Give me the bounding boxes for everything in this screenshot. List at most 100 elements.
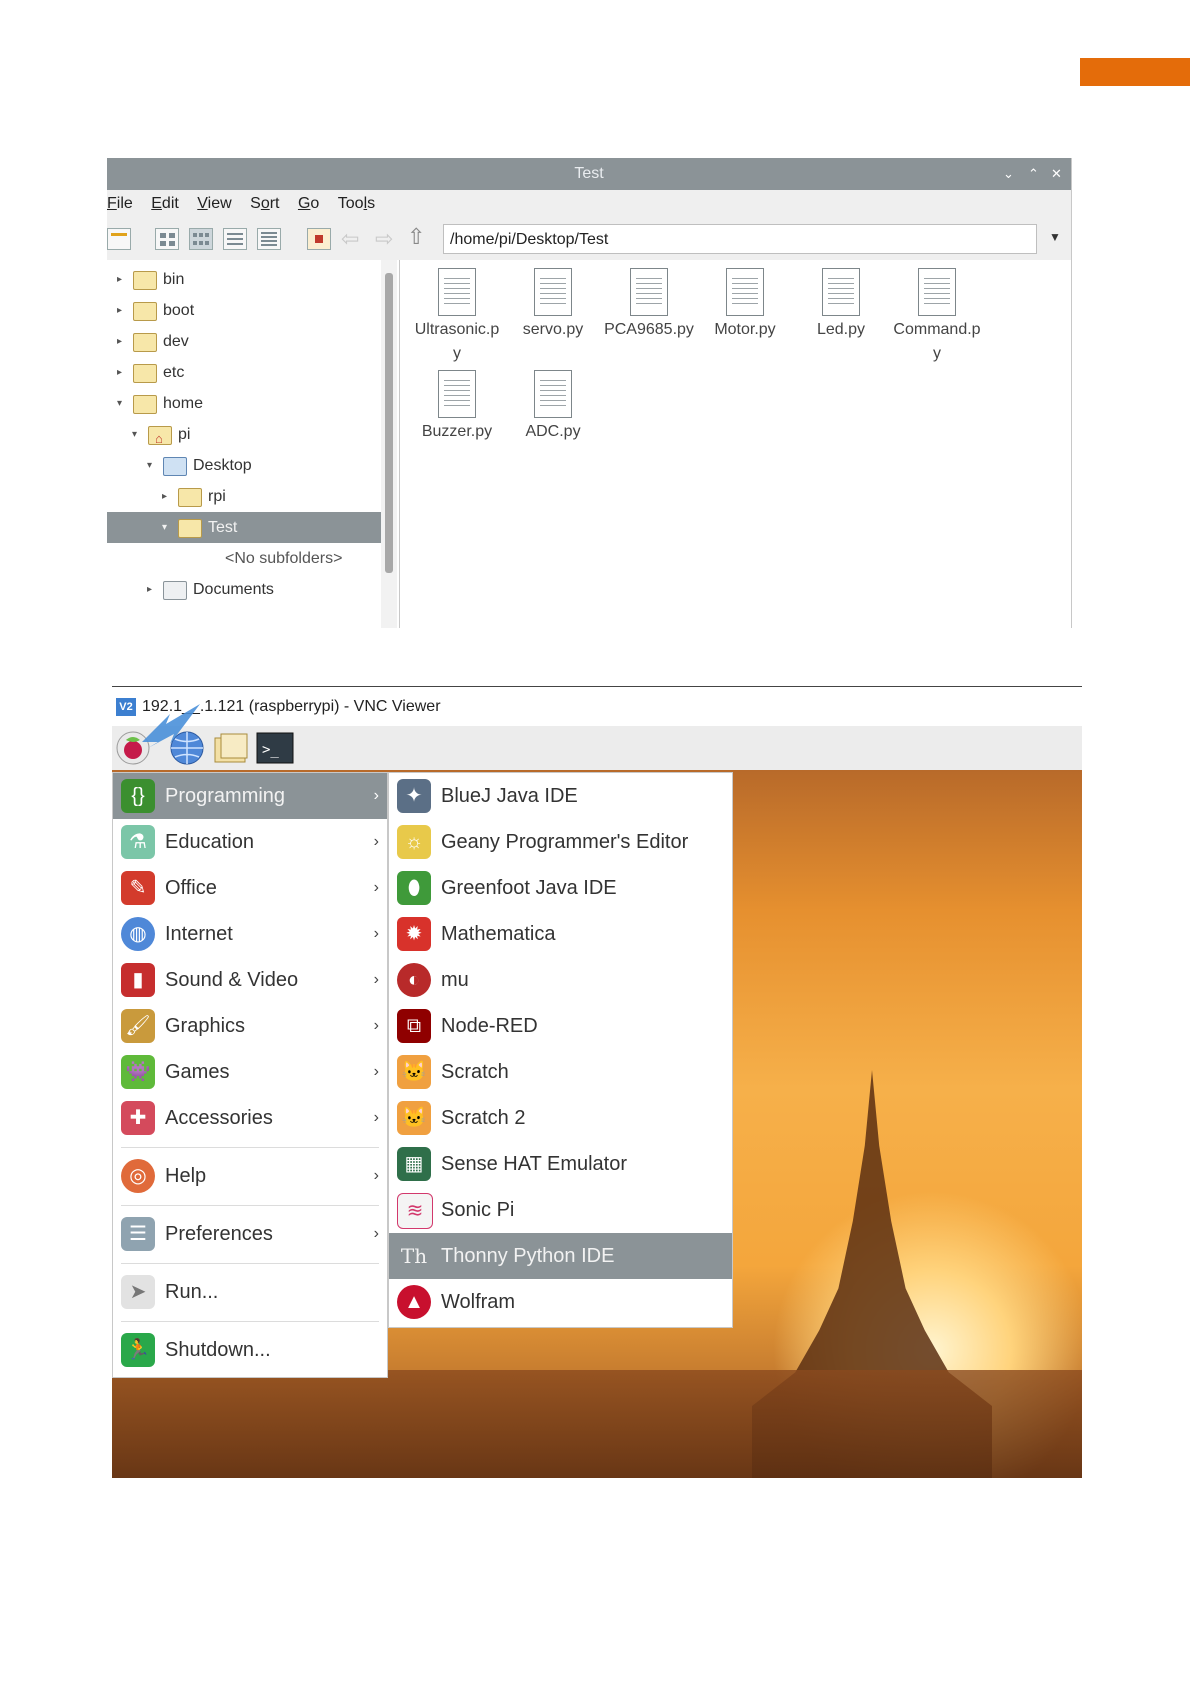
- tree-item-test[interactable]: ▾ Test: [162, 513, 377, 543]
- expand-arrow-icon[interactable]: ▸: [117, 327, 129, 357]
- collapse-arrow-icon[interactable]: ▾: [147, 451, 159, 481]
- path-dropdown-icon[interactable]: ▼: [1049, 230, 1061, 244]
- menu-go[interactable]: Go: [298, 190, 319, 218]
- tree-item-dev[interactable]: ▸ dev: [117, 327, 377, 357]
- submenu-item-thonny[interactable]: Th Thonny Python IDE: [389, 1233, 732, 1279]
- file-item[interactable]: Ultrasonic.p y: [411, 268, 503, 366]
- folder-icon: [133, 302, 157, 321]
- submenu-item-wolfram[interactable]: ▲ Wolfram: [389, 1279, 732, 1325]
- tree-item-home[interactable]: ▾ home: [117, 389, 377, 419]
- submenu-item-node-red[interactable]: ⧉ Node-RED: [389, 1003, 732, 1049]
- expand-arrow-icon[interactable]: ▸: [117, 296, 129, 326]
- bluej-bird-icon: ✦: [397, 779, 431, 813]
- menu-edit[interactable]: Edit: [151, 190, 179, 218]
- home-folder-button[interactable]: [307, 228, 331, 250]
- tree-item-rpi[interactable]: ▸ rpi: [162, 482, 377, 512]
- menu-sort[interactable]: Sort: [250, 190, 279, 218]
- pointer-arrow-annotation: [142, 704, 200, 748]
- text-file-icon: [438, 370, 476, 418]
- menu-tools[interactable]: Tools: [338, 190, 375, 218]
- documents-folder-icon: [163, 581, 187, 600]
- file-item[interactable]: Command.p y: [891, 268, 983, 366]
- close-icon[interactable]: ✕: [1051, 158, 1062, 190]
- file-manager-window: Test ⌄ ⌃ ✕ File Edit View Sort Go Tools …: [107, 158, 1072, 628]
- tree-scrollbar-thumb[interactable]: [385, 273, 393, 573]
- text-file-icon: [630, 268, 668, 316]
- menu-item-preferences[interactable]: ☰ Preferences ›: [113, 1211, 387, 1257]
- menu-file[interactable]: File: [107, 190, 133, 218]
- menu-view[interactable]: View: [197, 190, 231, 218]
- chevron-right-icon: ›: [373, 1017, 379, 1034]
- forward-arrow-icon[interactable]: ⇨: [375, 226, 393, 252]
- expand-arrow-icon[interactable]: ▸: [162, 482, 174, 512]
- submenu-item-sense-hat[interactable]: ▦ Sense HAT Emulator: [389, 1141, 732, 1187]
- file-name: Ultrasonic.p: [414, 321, 500, 338]
- maximize-icon[interactable]: ⌃: [1028, 158, 1039, 190]
- submenu-item-scratch-2[interactable]: 🐱 Scratch 2: [389, 1095, 732, 1141]
- text-file-icon: [534, 370, 572, 418]
- tree-item-pi[interactable]: ▾ pi: [132, 420, 377, 454]
- expand-arrow-icon[interactable]: ▸: [117, 265, 129, 295]
- menu-item-office[interactable]: ✎ Office ›: [113, 865, 387, 911]
- submenu-item-sonic-pi[interactable]: ≋ Sonic Pi: [389, 1187, 732, 1233]
- submenu-item-scratch[interactable]: 🐱 Scratch: [389, 1049, 732, 1095]
- file-name: Motor.py: [714, 321, 776, 338]
- thumbnail-view-button[interactable]: [189, 228, 213, 250]
- file-item[interactable]: Led.py: [795, 268, 887, 342]
- detailed-list-view-button[interactable]: [257, 228, 281, 250]
- new-window-button[interactable]: [107, 228, 131, 250]
- menu-item-graphics[interactable]: 🖌 Graphics ›: [113, 1003, 387, 1049]
- svg-text:>_: >_: [262, 742, 279, 758]
- chevron-right-icon: ›: [373, 1063, 379, 1080]
- menu-item-programming[interactable]: {} Programming ›: [113, 773, 387, 819]
- back-arrow-icon[interactable]: ⇦: [341, 226, 359, 252]
- collapse-arrow-icon[interactable]: ▾: [117, 389, 129, 419]
- run-paper-plane-icon: ➤: [121, 1275, 155, 1309]
- expand-arrow-icon[interactable]: ▸: [147, 575, 159, 605]
- menu-item-games[interactable]: 👾 Games ›: [113, 1049, 387, 1095]
- file-name: servo.py: [522, 321, 584, 338]
- file-item[interactable]: PCA9685.py: [603, 268, 695, 342]
- vnc-titlebar: V2 192.1__.1.121 (raspberrypi) - VNC Vie…: [112, 690, 1082, 724]
- greenfoot-footprint-icon: ⬮: [397, 871, 431, 905]
- vnc-window-border: [112, 686, 1082, 687]
- path-input[interactable]: /home/pi/Desktop/Test: [443, 224, 1037, 254]
- menu-item-shutdown[interactable]: 🏃 Shutdown...: [113, 1327, 387, 1373]
- file-item[interactable]: ADC.py: [507, 370, 599, 444]
- collapse-arrow-icon[interactable]: ▾: [162, 513, 174, 543]
- mathematica-star-icon: ✹: [397, 917, 431, 951]
- submenu-item-mathematica[interactable]: ✹ Mathematica: [389, 911, 732, 957]
- menu-item-run[interactable]: ➤ Run...: [113, 1269, 387, 1315]
- file-item[interactable]: Motor.py: [699, 268, 791, 342]
- submenu-item-greenfoot[interactable]: ⬮ Greenfoot Java IDE: [389, 865, 732, 911]
- submenu-item-geany[interactable]: ☼ Geany Programmer's Editor: [389, 819, 732, 865]
- tree-item-desktop[interactable]: ▾ Desktop: [147, 451, 377, 481]
- menu-item-internet[interactable]: ◍ Internet ›: [113, 911, 387, 957]
- tree-item-etc[interactable]: ▸ etc: [117, 358, 377, 388]
- collapse-arrow-icon[interactable]: ▾: [132, 420, 144, 450]
- submenu-item-bluej[interactable]: ✦ BlueJ Java IDE: [389, 773, 732, 819]
- toolbar: ⇦ ⇨ ⇧ /home/pi/Desktop/Test ▼: [107, 218, 1071, 260]
- expand-arrow-icon[interactable]: ▸: [117, 358, 129, 388]
- tree-item-bin[interactable]: ▸ bin: [117, 265, 377, 295]
- minimize-icon[interactable]: ⌄: [1003, 158, 1014, 190]
- file-name: Buzzer.py: [421, 423, 493, 440]
- menu-item-sound-video[interactable]: ▮ Sound & Video ›: [113, 957, 387, 1003]
- scratch-cat-icon: 🐱: [397, 1055, 431, 1089]
- icon-view-button[interactable]: [155, 228, 179, 250]
- file-item[interactable]: servo.py: [507, 268, 599, 342]
- pane-divider[interactable]: [399, 260, 400, 628]
- file-name-wrap: y: [453, 345, 461, 362]
- tree-item-documents[interactable]: ▸ Documents: [147, 575, 377, 605]
- chevron-right-icon: ›: [373, 925, 379, 942]
- up-arrow-icon[interactable]: ⇧: [407, 224, 425, 250]
- terminal-icon[interactable]: >_: [256, 730, 294, 766]
- directory-tree: ▸ bin ▸ boot ▸ dev ▸ etc ▾ home ▾ pi: [107, 260, 397, 628]
- menu-item-accessories[interactable]: ✚ Accessories ›: [113, 1095, 387, 1141]
- file-item[interactable]: Buzzer.py: [411, 370, 503, 444]
- menu-item-help[interactable]: ◎ Help ›: [113, 1153, 387, 1199]
- compact-view-button[interactable]: [223, 228, 247, 250]
- menu-item-education[interactable]: ⚗ Education ›: [113, 819, 387, 865]
- submenu-item-mu[interactable]: ◐ mu: [389, 957, 732, 1003]
- tree-item-boot[interactable]: ▸ boot: [117, 296, 377, 326]
